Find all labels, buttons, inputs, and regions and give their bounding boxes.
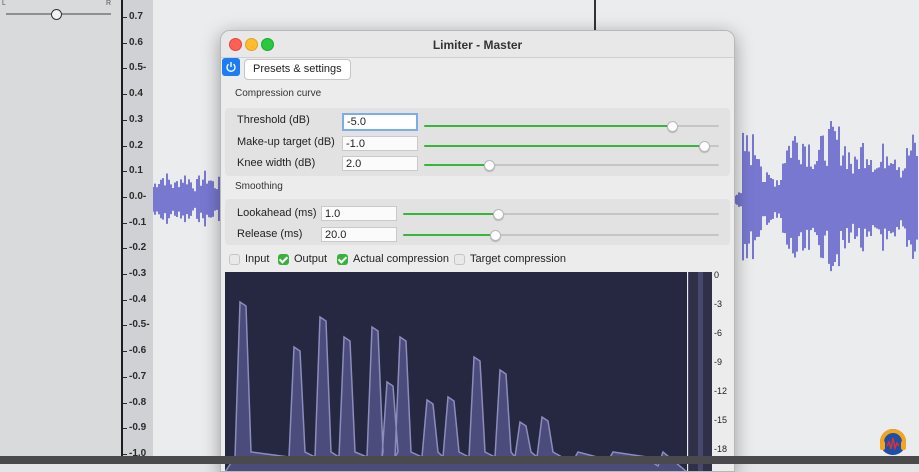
ruler-tick-label: 0.2 (129, 139, 143, 151)
ruler-tick-mark (123, 376, 127, 378)
pan-slider-knob[interactable] (51, 9, 62, 20)
makeup-target-label: Make-up target (dB) (237, 136, 335, 148)
level-meter-bar (698, 272, 703, 471)
threshold-input[interactable]: -5.0 (342, 113, 418, 131)
actual-compression-checkbox[interactable] (337, 254, 348, 265)
db-scale: 0 -3 -6 -9 -12 -15 -18 (712, 270, 734, 471)
db-scale-label: -18 (714, 444, 728, 454)
target-compression-checkbox[interactable] (454, 254, 465, 265)
actual-compression-label: Actual compression (353, 253, 449, 265)
power-icon (226, 62, 236, 73)
release-label: Release (ms) (237, 228, 303, 240)
ruler-tick-mark (123, 325, 127, 327)
ruler-tick-label: 0.6 (129, 36, 143, 48)
input-checkbox-label: Input (245, 253, 270, 265)
ruler-tick-label: -0.2 (129, 242, 147, 254)
threshold-slider-fill (424, 125, 672, 127)
knee-width-slider-fill (424, 164, 489, 166)
output-curve (225, 300, 687, 471)
ruler-tick-mark (123, 274, 127, 275)
output-checkbox[interactable] (278, 254, 289, 265)
ruler-tick-label: -0.3 (129, 268, 147, 279)
makeup-target-input[interactable]: -1.0 (342, 136, 418, 151)
ruler-tick-label: -0.8 (129, 396, 147, 408)
pan-right-label: R (106, 0, 112, 7)
ruler-tick-mark (123, 17, 127, 18)
ruler-tick-mark (123, 171, 127, 173)
ruler-tick-label: -0.4 (129, 293, 147, 305)
ruler-tick-mark (123, 145, 127, 147)
ruler-tick-label: 0.1 (129, 165, 143, 177)
ruler-tick-mark (123, 351, 127, 353)
threshold-slider-knob[interactable] (666, 121, 678, 132)
compression-graph (225, 272, 687, 471)
audacity-logo-icon (880, 429, 906, 455)
pan-left-label: L (2, 0, 6, 7)
knee-width-label: Knee width (dB) (237, 157, 316, 169)
compression-curve-title: Compression curve (235, 88, 322, 99)
ruler-tick-label: 0.4 (129, 88, 143, 100)
db-scale-label: -6 (714, 328, 723, 338)
knee-width-input[interactable]: 2.0 (342, 156, 418, 171)
threshold-slider[interactable] (424, 121, 719, 132)
threshold-label: Threshold (dB) (237, 114, 310, 126)
output-checkbox-label: Output (294, 253, 328, 265)
ruler-tick-mark (123, 402, 127, 404)
ruler-tick-mark (123, 68, 127, 70)
ruler-tick-mark (123, 42, 127, 44)
ruler-tick-label: 0.3 (129, 113, 143, 125)
lookahead-label: Lookahead (ms) (237, 207, 317, 219)
level-meter (688, 272, 713, 471)
release-slider[interactable] (403, 230, 719, 241)
db-scale-label: -12 (714, 386, 728, 396)
ruler-tick-mark (123, 428, 127, 430)
lookahead-slider-knob[interactable] (492, 209, 504, 220)
db-scale-label: -15 (714, 415, 728, 425)
limiter-window: Limiter - Master Presets & settings Comp… (220, 30, 735, 472)
db-scale-label: -9 (714, 357, 723, 367)
ruler-tick-mark (123, 94, 127, 96)
lookahead-slider[interactable] (403, 209, 719, 220)
presets-settings-button[interactable]: Presets & settings (244, 59, 351, 80)
ruler-tick-mark (123, 119, 127, 121)
ruler-tick-mark (123, 248, 127, 250)
makeup-target-slider[interactable] (424, 141, 719, 152)
ruler-tick-label: -0.5- (129, 319, 150, 331)
db-scale-label: -3 (714, 299, 723, 309)
ruler-tick-label: -0.6 (129, 345, 147, 357)
ruler-tick-label: 0.5- (129, 62, 147, 74)
lookahead-slider-fill (403, 213, 498, 215)
track-control-panel: L R (0, 0, 121, 464)
power-button[interactable] (222, 58, 240, 76)
ruler-tick-mark (123, 222, 127, 224)
target-compression-label: Target compression (470, 253, 566, 265)
release-slider-knob[interactable] (489, 230, 501, 241)
ruler-tick-label: -0.1 (129, 216, 147, 228)
ruler-tick-mark (123, 196, 127, 198)
release-input[interactable]: 20.0 (321, 227, 397, 242)
release-slider-fill (403, 234, 495, 236)
knee-width-slider[interactable] (424, 160, 719, 171)
titlebar[interactable]: Limiter - Master (221, 31, 734, 58)
lookahead-input[interactable]: 1.0 (321, 206, 397, 221)
ruler-tick-mark (123, 299, 127, 301)
bottom-bar (0, 456, 919, 464)
knee-width-slider-knob[interactable] (483, 160, 495, 171)
makeup-target-slider-fill (424, 145, 705, 147)
vertical-ruler: 0.7 0.6 0.5- 0.4 0.3 0.2 0.1 0.0- -0.1 -0.2 -0.3 -0… (121, 0, 154, 464)
ruler-tick-label: 0.7 (129, 11, 143, 22)
ruler-tick-label: -0.9 (129, 422, 147, 434)
ruler-tick-label: 0.0- (129, 190, 147, 202)
input-checkbox[interactable] (229, 254, 240, 265)
db-scale-label: 0 (714, 270, 720, 280)
ruler-tick-mark (123, 453, 127, 455)
window-title: Limiter - Master (432, 38, 523, 52)
smoothing-title: Smoothing (235, 181, 283, 192)
ruler-tick-label: -0.7 (129, 370, 147, 382)
